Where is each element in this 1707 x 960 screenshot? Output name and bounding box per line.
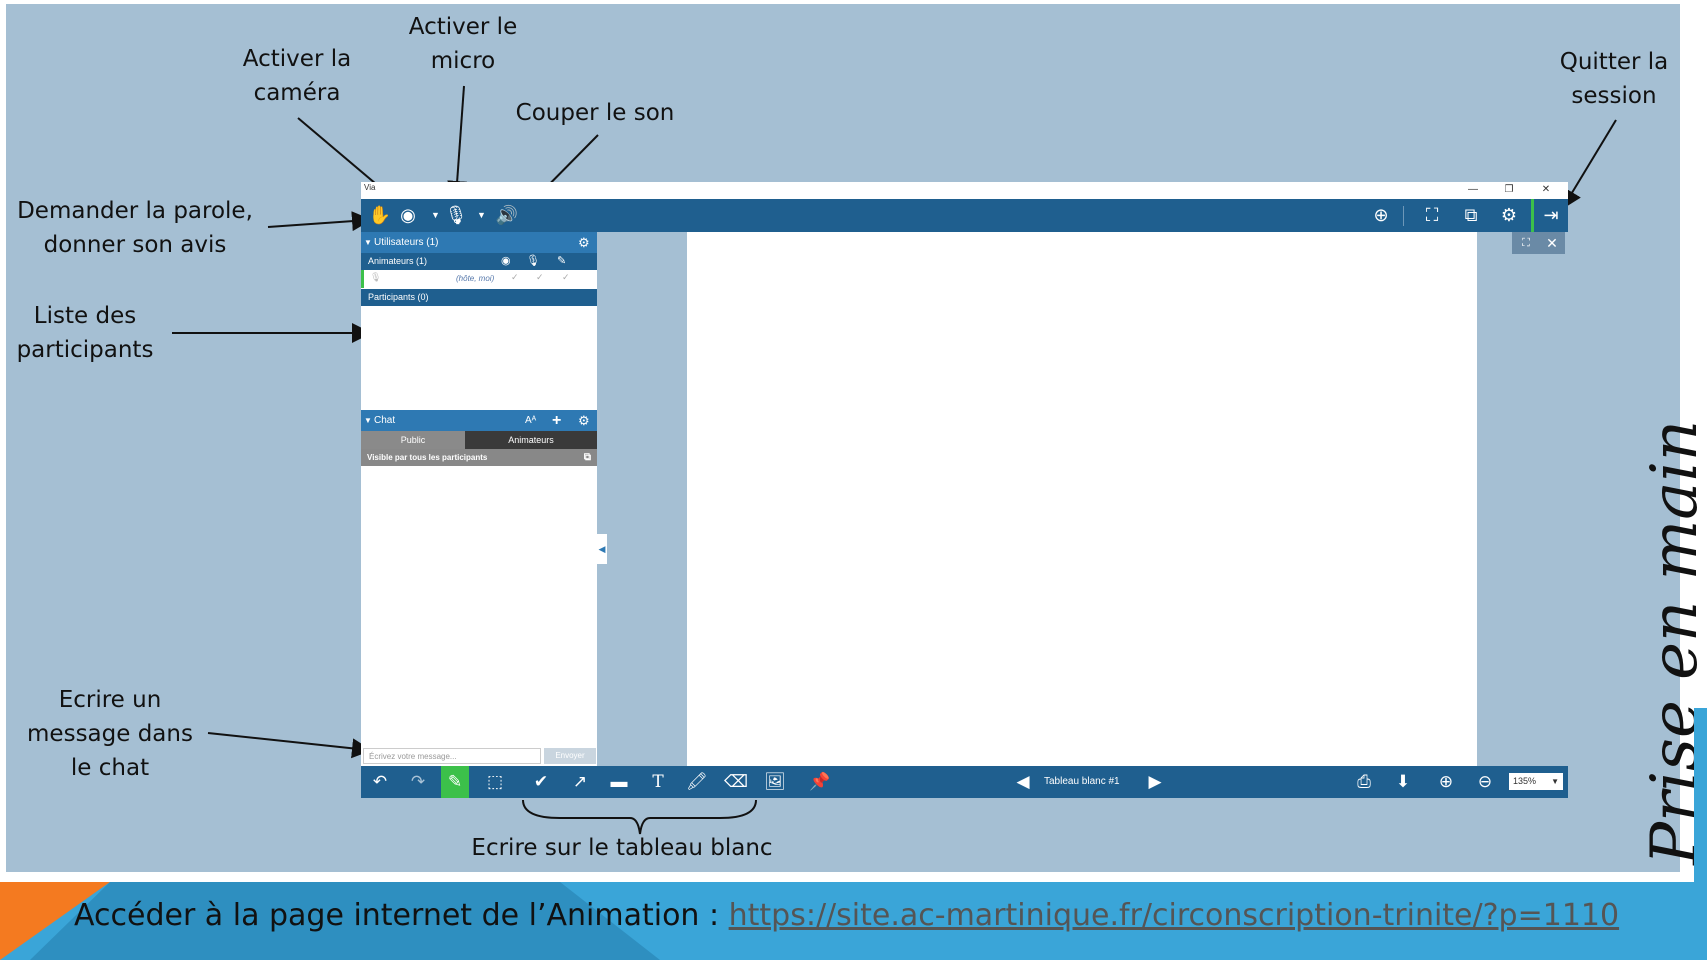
microphone-dropdown-icon[interactable]: ▼ (477, 199, 486, 232)
check-icon[interactable]: ✓ (562, 272, 570, 283)
list-item[interactable]: 🎙 (hôte, moi) ✓ ✓ ✓ (361, 270, 597, 288)
annotation-camera: Activer la caméra (242, 46, 352, 106)
check-icon[interactable]: ✓ (511, 272, 519, 283)
chevron-down-icon: ▼ (1551, 777, 1559, 786)
network-icon[interactable]: ⛶ (1419, 199, 1445, 232)
collapse-arrow-icon[interactable]: ▼ (364, 410, 372, 431)
restore-button[interactable]: ❐ (1499, 182, 1519, 198)
highlighter-icon[interactable]: 🖍 (683, 766, 711, 798)
download-icon[interactable]: ⬇ (1389, 766, 1417, 798)
collapse-arrow-icon[interactable]: ▼ (364, 232, 372, 253)
microphone-column-icon: 🎙 (526, 255, 540, 267)
app-window: Via — ❐ ✕ ✋ ◉ ▼ 🎙 ▼ 🔊 ⊕ ⛶ ⧉ ⚙ ⇥ ▼ Utilis… (361, 182, 1568, 798)
zoom-select[interactable]: 135% ▼ (1509, 773, 1563, 790)
copy-icon[interactable]: ⧉ (584, 449, 591, 466)
annotation-hand: Demander la parole, donner son avis (17, 198, 253, 258)
footer-text: Accéder à la page internet de l’Animatio… (74, 898, 1619, 933)
chat-panel-header[interactable]: ▼ Chat Aᴬ + ⚙ (361, 410, 597, 431)
vertical-slide-title: Prise en main (1578, 375, 1707, 875)
whiteboard-canvas[interactable] (687, 232, 1477, 766)
host-label: (hôte, moi) (456, 274, 495, 283)
previous-board-icon[interactable]: ◀ (1009, 766, 1037, 798)
close-icon[interactable]: ✕ (1540, 232, 1564, 254)
globe-icon[interactable]: ⊕ (1368, 199, 1394, 232)
image-icon[interactable]: 🖼 (761, 766, 789, 798)
footer-banner: Accéder à la page internet de l’Animatio… (0, 882, 1707, 960)
annotation-mute: Couper le son (515, 100, 675, 126)
chat-visibility-bar: Visible par tous les participants ⧉ (361, 449, 597, 466)
redo-icon[interactable]: ↷ (404, 766, 432, 798)
hand-icon[interactable]: ✋ (367, 199, 393, 232)
share-icon[interactable]: ⧉ (1458, 199, 1484, 232)
fullscreen-icon[interactable]: ⛶ (1514, 232, 1538, 254)
next-board-icon[interactable]: ▶ (1141, 766, 1169, 798)
slide-edge-accent (1694, 708, 1707, 886)
pencil-column-icon: ✎ (557, 255, 567, 267)
tab-animateurs[interactable]: Animateurs (465, 431, 597, 449)
text-tool-icon[interactable]: T (644, 766, 672, 798)
undo-icon[interactable]: ↶ (366, 766, 394, 798)
send-button[interactable]: Envoyer (544, 748, 596, 764)
toolbar-separator (1403, 206, 1404, 226)
webcam-column-icon: ◉ (501, 255, 511, 267)
chat-tabs: Public Animateurs (361, 431, 597, 449)
arrow-tool-icon[interactable]: ↗ (566, 766, 594, 798)
board-label: Tableau blanc #1 (1044, 776, 1120, 787)
annotation-chat-message: Ecrire un message dans le chat (27, 687, 193, 781)
users-settings-icon[interactable]: ⚙ (578, 232, 590, 253)
zoom-value: 135% (1513, 776, 1537, 786)
zoom-in-icon[interactable]: ⊕ (1432, 766, 1460, 798)
footer-link[interactable]: https://site.ac-martinique.fr/circonscri… (729, 898, 1619, 933)
speaker-icon[interactable]: 🔊 (494, 199, 520, 232)
footer-label: Accéder à la page internet de l’Animatio… (74, 898, 729, 933)
selection-icon[interactable]: ⬚ (481, 766, 509, 798)
chat-message-input[interactable]: Écrivez votre message... (363, 748, 541, 764)
panel-collapse-icon[interactable]: ◀ (597, 534, 607, 564)
annotation-participants: Liste des participants (16, 303, 154, 363)
add-icon[interactable]: + (552, 410, 561, 431)
top-toolbar: ✋ ◉ ▼ 🎙 ▼ 🔊 ⊕ ⛶ ⧉ ⚙ ⇥ (361, 199, 1568, 232)
close-window-button[interactable]: ✕ (1536, 182, 1556, 198)
annotation-whiteboard: Ecrire sur le tableau blanc (471, 835, 773, 861)
annotation-micro: Activer le micro (408, 14, 518, 74)
zoom-out-icon[interactable]: ⊖ (1471, 766, 1499, 798)
font-size-icon[interactable]: Aᴬ (525, 410, 536, 431)
chat-header-label: Chat (374, 415, 396, 426)
chat-visibility-label: Visible par tous les participants (367, 453, 488, 462)
gear-icon[interactable]: ⚙ (1496, 199, 1522, 232)
annotation-quit: Quitter la session (1559, 49, 1669, 109)
print-icon[interactable]: ⎙ (1350, 766, 1378, 798)
animators-header[interactable]: Animateurs (1) ◉ 🎙 ✎ (361, 253, 597, 270)
webcam-dropdown-icon[interactable]: ▼ (431, 199, 440, 232)
users-header-label: Utilisateurs (1) (374, 237, 439, 248)
participants-header[interactable]: Participants (0) (361, 289, 597, 306)
rectangle-tool-icon[interactable]: ▬ (605, 766, 633, 798)
animators-header-label: Animateurs (1) (368, 256, 428, 266)
window-title: Via (364, 183, 376, 192)
eraser-icon[interactable]: ⌫ (722, 766, 750, 798)
microphone-icon[interactable]: 🎙 (443, 199, 469, 232)
participants-header-label: Participants (0) (368, 292, 429, 302)
board-tools: ⛶ ✕ (1512, 232, 1565, 254)
check-tool-icon[interactable]: ✔ (527, 766, 555, 798)
left-panel: ▼ Utilisateurs (1) ⚙ Animateurs (1) ◉ 🎙 … (361, 232, 607, 766)
microphone-icon: 🎙 (370, 272, 382, 282)
check-icon[interactable]: ✓ (536, 272, 544, 283)
exit-icon[interactable]: ⇥ (1531, 199, 1568, 232)
pin-icon[interactable]: 📌 (806, 766, 834, 798)
chat-settings-icon[interactable]: ⚙ (578, 410, 590, 431)
webcam-icon[interactable]: ◉ (395, 199, 421, 232)
pencil-tool-icon[interactable]: ✎ (441, 766, 469, 798)
minimize-button[interactable]: — (1463, 182, 1483, 198)
whiteboard-toolbar: ↶ ↷ ✎ ⬚ ✔ ↗ ▬ T 🖍 ⌫ 🖼 📌 ◀ Tableau blanc … (361, 766, 1568, 798)
tab-public[interactable]: Public (361, 431, 465, 449)
users-panel-header[interactable]: ▼ Utilisateurs (1) ⚙ (361, 232, 597, 253)
window-titlebar: Via — ❐ ✕ (361, 182, 1568, 199)
